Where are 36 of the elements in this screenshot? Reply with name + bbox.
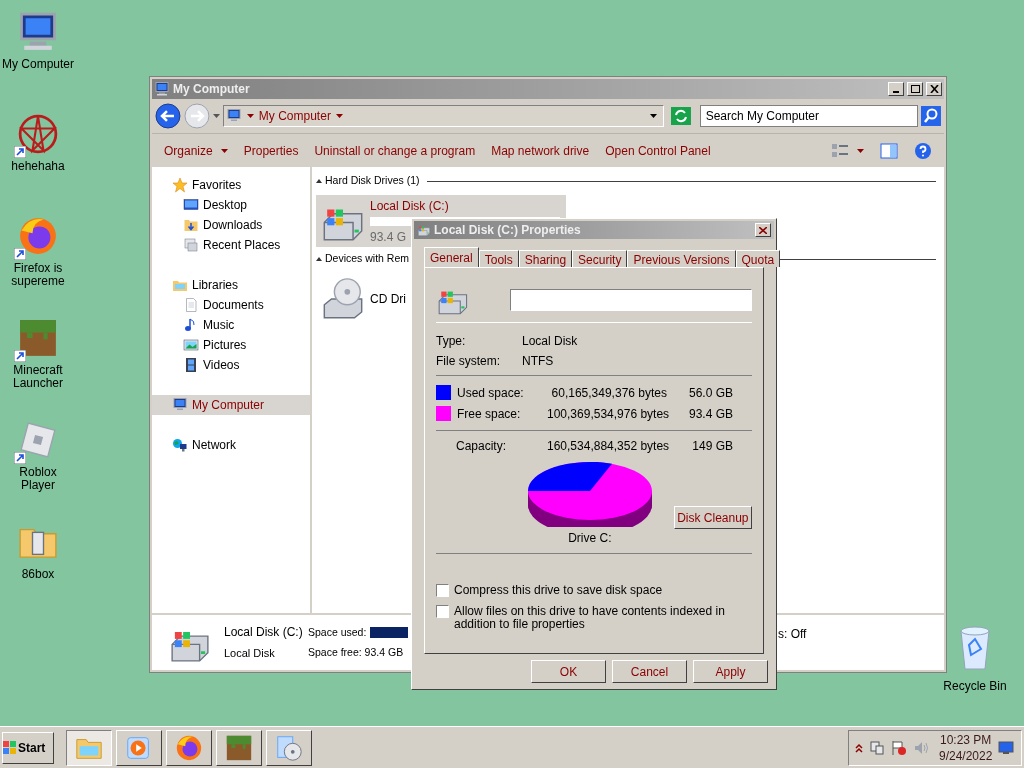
desktop-icon-label: Roblox Player <box>18 466 58 492</box>
desktop-icon-label: Minecraft Launcher <box>11 364 64 390</box>
drive-name: CD Dri <box>370 291 406 308</box>
capacity-label: Capacity: <box>456 438 508 455</box>
space-bytes: 100,369,534,976 bytes <box>547 405 667 423</box>
group-heading: Devices with Rem <box>325 251 410 267</box>
drive-caption: Drive C: <box>568 530 612 547</box>
drive-free-space: 93.4 G <box>370 228 407 246</box>
space-size: 56.0 GB <box>687 384 733 402</box>
dialog-title: Local Disk (C:) Properties <box>434 222 581 239</box>
capacity-size: 149 GB <box>691 438 733 455</box>
details-type: Local Disk <box>224 646 275 662</box>
space-used-label: Space used: <box>308 624 367 640</box>
capacity-bytes: 160,534,884,352 bytes <box>547 438 667 455</box>
space-label: Used space: <box>457 384 525 402</box>
property-value: Local Disk <box>522 333 578 350</box>
property-label: File system: <box>436 353 501 370</box>
desktop-icon-label: hehehaha <box>10 160 66 173</box>
space-label: Free space: <box>457 405 522 423</box>
desktop-icon-label: 86box <box>20 568 56 581</box>
details-status: s: Off <box>778 626 807 643</box>
desktop-icon-label: Firefox is supereme <box>10 262 66 288</box>
group-heading: Hard Disk Drives (1) <box>325 173 420 189</box>
desktop-icon-label: Recycle Bin <box>943 678 1007 695</box>
desktop-icon-label: My Computer <box>1 58 75 71</box>
address-text: My Computer <box>258 108 331 125</box>
checkbox-label: Allow files on this drive to have contents indexed in addition to file properties <box>454 605 726 631</box>
window-title: My Computer <box>173 81 250 98</box>
space-bytes: 60,165,349,376 bytes <box>550 384 667 402</box>
details-name: Local Disk (C:) <box>224 624 303 642</box>
space-size: 93.4 GB <box>687 405 733 423</box>
checkbox-label: Compress this drive to save disk space <box>454 584 664 597</box>
property-label: Type: <box>436 333 467 350</box>
property-value: NTFS <box>522 353 554 370</box>
space-free-label: Space free: 93.4 GB <box>308 644 404 660</box>
drive-name: Local Disk (C:) <box>370 197 449 215</box>
